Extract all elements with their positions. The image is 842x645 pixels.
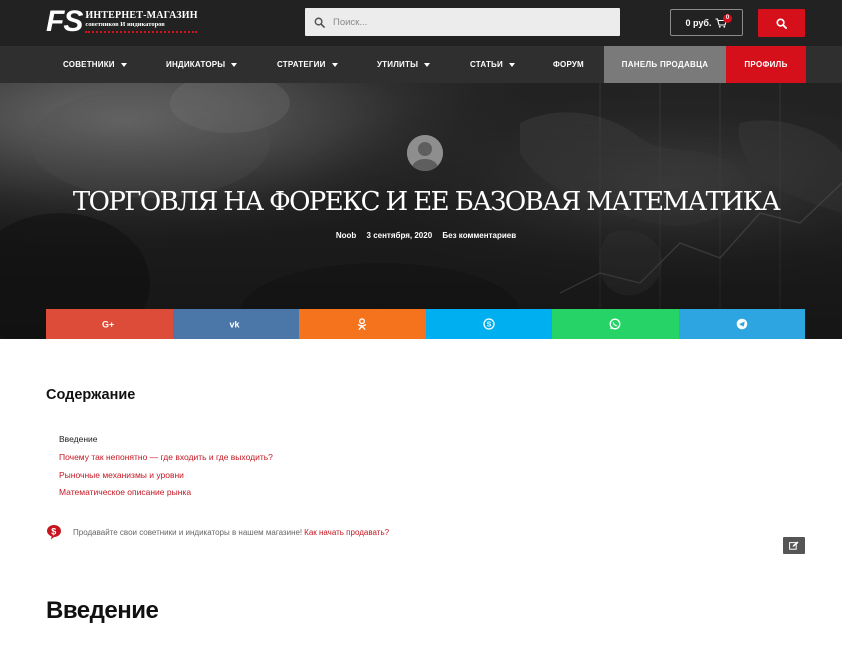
svg-text:$: $ — [51, 526, 56, 536]
site-logo[interactable]: FS ИНТЕРНЕТ-МАГАЗИН советников И индикат… — [46, 5, 198, 38]
author-link[interactable]: Noob — [336, 231, 356, 240]
search-box — [305, 8, 620, 36]
seller-promo: $ Продавайте свои советники и индикаторы… — [46, 524, 389, 540]
toc-item[interactable]: Введение — [59, 431, 273, 449]
nav-item-label: СТАТЬИ — [470, 60, 503, 69]
article-date: 3 сентября, 2020 — [366, 231, 433, 240]
svg-text:vk: vk — [229, 320, 240, 330]
toc-item[interactable]: Почему так непонятно — где входить и где… — [59, 449, 273, 467]
author-avatar[interactable] — [407, 135, 443, 171]
caret-down-icon — [120, 62, 127, 67]
cart-count-badge: 0 — [723, 14, 732, 23]
seller-panel-button[interactable]: ПАНЕЛЬ ПРОДАВЦА — [604, 46, 726, 83]
caret-down-icon — [508, 62, 515, 67]
odnoklassniki-icon — [358, 318, 367, 330]
user-icon — [407, 135, 443, 171]
toc-item[interactable]: Математическое описание рынка — [59, 484, 273, 502]
nav-item-utilities[interactable]: УТИЛИТЫ — [377, 46, 431, 83]
nav-item-strategies[interactable]: СТРАТЕГИИ — [277, 46, 338, 83]
nav-item-label: СОВЕТНИКИ — [63, 60, 115, 69]
toc-list: Введение Почему так непонятно — где вход… — [59, 431, 273, 502]
logo-line2: советников И индикаторов — [85, 21, 198, 33]
svg-text:S: S — [486, 322, 491, 329]
share-odnoklassniki-button[interactable] — [299, 309, 426, 339]
share-skype-button[interactable]: S — [425, 309, 552, 339]
cart-button[interactable]: 0 руб. 0 — [670, 9, 743, 36]
caret-down-icon — [231, 62, 238, 67]
share-google-plus-button[interactable]: G+ — [46, 309, 173, 339]
svg-text:G+: G+ — [102, 320, 114, 330]
nav-item-label: ИНДИКАТОРЫ — [166, 60, 226, 69]
main-nav: СОВЕТНИКИ ИНДИКАТОРЫ СТРАТЕГИИ УТИЛИТЫ С… — [0, 46, 842, 83]
nav-item-indicators[interactable]: ИНДИКАТОРЫ — [166, 46, 238, 83]
caret-down-icon — [331, 62, 338, 67]
hero-banner: ТОРГОВЛЯ НА ФОРЕКС И ЕЕ БАЗОВАЯ МАТЕМАТИ… — [0, 83, 842, 339]
share-whatsapp-button[interactable] — [552, 309, 679, 339]
nav-item-label: ФОРУМ — [553, 60, 584, 69]
nav-item-label: УТИЛИТЫ — [377, 60, 419, 69]
search-icon — [305, 8, 333, 36]
caret-down-icon — [424, 62, 431, 67]
edit-button[interactable] — [783, 537, 805, 554]
top-bar: FS ИНТЕРНЕТ-МАГАЗИН советников И индикат… — [0, 0, 842, 46]
section-heading-introduction: Введение — [46, 597, 159, 624]
nav-item-label: СТРАТЕГИИ — [277, 60, 326, 69]
whatsapp-icon — [609, 318, 621, 330]
share-telegram-button[interactable] — [678, 309, 805, 339]
promo-text: Продавайте свои советники и индикаторы в… — [73, 527, 303, 537]
nav-item-advisors[interactable]: СОВЕТНИКИ — [63, 46, 127, 83]
logo-text: ИНТЕРНЕТ-МАГАЗИН советников И индикаторо… — [85, 10, 198, 33]
toc-item[interactable]: Рыночные механизмы и уровни — [59, 467, 273, 485]
share-bar: G+ vk S — [46, 309, 805, 339]
logo-mark: FS — [46, 5, 83, 38]
comments-link[interactable]: Без комментариев — [442, 231, 516, 240]
dollar-chat-icon: $ — [47, 525, 61, 540]
vk-icon: vk — [229, 320, 240, 330]
edit-icon — [789, 541, 799, 550]
cart-amount: 0 руб. — [685, 17, 712, 28]
skype-icon: S — [483, 318, 495, 330]
promo-link[interactable]: Как начать продавать? — [304, 528, 389, 537]
profile-button[interactable]: ПРОФИЛЬ — [726, 46, 806, 83]
nav-item-forum[interactable]: ФОРУМ — [553, 46, 584, 83]
logo-line1: ИНТЕРНЕТ-МАГАЗИН — [85, 10, 198, 21]
article-title: ТОРГОВЛЯ НА ФОРЕКС И ЕЕ БАЗОВАЯ МАТЕМАТИ… — [72, 187, 781, 217]
search-input[interactable] — [333, 8, 603, 36]
search-button[interactable] — [758, 9, 805, 37]
article-meta: Noob 3 сентября, 2020 Без комментариев — [0, 231, 842, 240]
toc-title: Содержание — [46, 387, 136, 403]
telegram-icon — [736, 318, 748, 330]
search-icon — [776, 17, 787, 29]
nav-item-articles[interactable]: СТАТЬИ — [470, 46, 515, 83]
share-vk-button[interactable]: vk — [172, 309, 299, 339]
google-plus-icon: G+ — [102, 320, 114, 330]
